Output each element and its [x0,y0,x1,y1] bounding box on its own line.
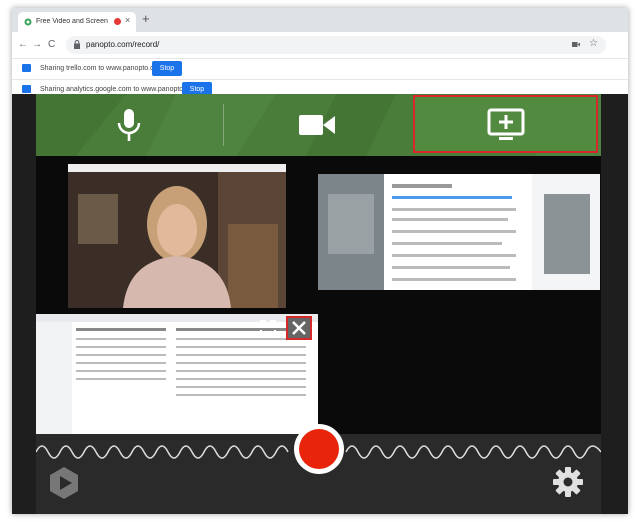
tab-bar: Free Video and Screen Reco × + [12,8,628,32]
microphone-source-button[interactable] [36,94,223,156]
back-button[interactable]: ← [18,39,28,51]
screen-source-button[interactable] [413,95,598,153]
recorder-app [12,94,628,514]
tab-title: Free Video and Screen Reco [36,18,110,25]
webcam-preview-image [68,164,286,308]
remove-screen-button[interactable] [286,316,312,340]
record-button[interactable] [294,424,344,474]
new-tab-button[interactable]: + [142,12,150,26]
bookmark-star-icon[interactable]: ☆ [589,38,598,49]
recording-indicator-icon [114,18,121,25]
fullscreen-icon[interactable] [258,318,278,338]
video-camera-icon [299,115,335,135]
secondary-screen-preview [318,174,600,290]
address-bar: ← → C panopto.com/record/ ☆ [12,32,628,58]
sharing-bar-trello: Sharing trello.com to www.panopto.com St… [12,58,628,79]
screen-sharing-icon [22,64,31,72]
stop-sharing-button[interactable]: Stop [152,61,182,76]
sharing-text: Sharing trello.com to www.panopto.com [40,65,164,72]
browser-window: Free Video and Screen Reco × + ← → C pan… [12,8,628,514]
source-toolbar [36,94,601,156]
panopto-favicon-icon [24,18,32,26]
tab-close-button[interactable]: × [125,16,130,25]
forward-button[interactable]: → [32,39,42,51]
camera-source-button[interactable] [224,94,411,156]
microphone-icon [117,109,141,141]
url-field[interactable]: panopto.com/record/ ☆ [66,36,606,54]
settings-gear-icon[interactable] [552,466,584,498]
url-text: panopto.com/record/ [86,40,160,49]
lock-icon [74,40,80,49]
screen-sharing-icon [22,85,31,93]
camera-in-use-icon[interactable] [572,41,580,48]
sharing-text: Sharing analytics.google.com to www.pano… [40,86,199,93]
webcam-preview [68,164,286,308]
record-dot-icon [299,429,339,469]
trello-screen-image [318,174,600,290]
reload-button[interactable]: C [48,39,55,51]
close-icon [292,321,306,335]
panopto-logo-icon [50,467,78,499]
screen-share-icon [487,108,525,140]
tab-panopto[interactable]: Free Video and Screen Reco × [18,12,136,32]
